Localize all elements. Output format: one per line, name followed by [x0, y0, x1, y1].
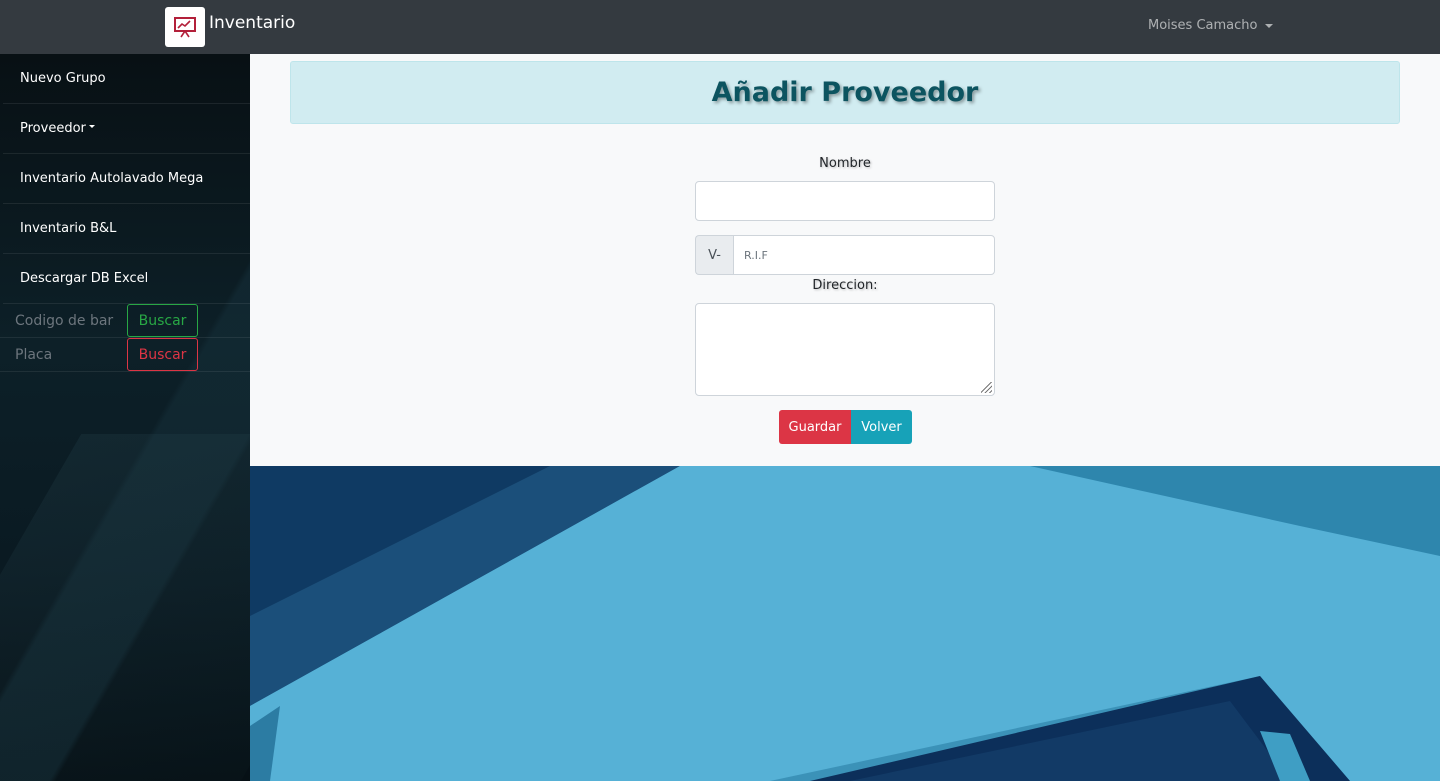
top-navbar: Inventario Moises Camacho [0, 0, 1440, 54]
rif-input-group: V- [695, 235, 995, 275]
sidebar-item-label: Descargar DB Excel [20, 271, 149, 286]
sidebar-item-nuevo-grupo[interactable]: Nuevo Grupo [3, 54, 250, 104]
caret-down-icon [88, 125, 95, 128]
sidebar-item-inventario-autolavado[interactable]: Inventario Autolavado Mega [3, 154, 250, 204]
sidebar-item-label: Inventario B&L [20, 221, 117, 236]
barcode-search-button[interactable]: Buscar [127, 304, 198, 337]
sidebar-item-label: Proveedor [20, 121, 86, 136]
brand-name[interactable]: Inventario [209, 13, 295, 33]
form-action-buttons: Guardar Volver [779, 410, 912, 444]
background-image [250, 466, 1440, 781]
plate-search-button[interactable]: Buscar [127, 338, 198, 371]
barcode-search-input[interactable] [0, 304, 127, 337]
barcode-search-row: Buscar [0, 304, 250, 338]
plate-search-row: Buscar [0, 338, 250, 372]
sidebar-item-inventario-bl[interactable]: Inventario B&L [3, 204, 250, 254]
sidebar-item-descargar-excel[interactable]: Descargar DB Excel [3, 254, 250, 304]
user-name: Moises Camacho [1148, 18, 1258, 33]
name-label: Nombre [819, 156, 871, 171]
user-menu-dropdown[interactable]: Moises Camacho [1148, 18, 1274, 33]
page-title: Añadir Proveedor [711, 77, 979, 108]
page-title-banner: Añadir Proveedor [290, 61, 1400, 124]
rif-prefix: V- [695, 235, 733, 275]
sidebar: Nuevo Grupo Proveedor Inventario Autolav… [0, 54, 250, 781]
rif-field[interactable] [733, 235, 995, 275]
sidebar-item-proveedor[interactable]: Proveedor [3, 104, 250, 154]
sidebar-item-label: Inventario Autolavado Mega [20, 171, 204, 186]
save-button[interactable]: Guardar [779, 410, 851, 444]
plate-search-input[interactable] [0, 338, 127, 371]
abstract-background-graphic [250, 466, 1440, 781]
sidebar-item-label: Nuevo Grupo [20, 71, 106, 86]
main-form-panel: Añadir Proveedor Nombre V- Direccion: Gu… [250, 54, 1440, 466]
address-textarea[interactable] [695, 303, 995, 396]
brand-logo-icon[interactable] [165, 7, 205, 47]
resize-handle-icon[interactable] [981, 382, 992, 393]
chevron-down-icon [1265, 23, 1274, 28]
name-field[interactable] [695, 181, 995, 221]
back-button[interactable]: Volver [851, 410, 912, 444]
address-label: Direccion: [812, 278, 878, 293]
